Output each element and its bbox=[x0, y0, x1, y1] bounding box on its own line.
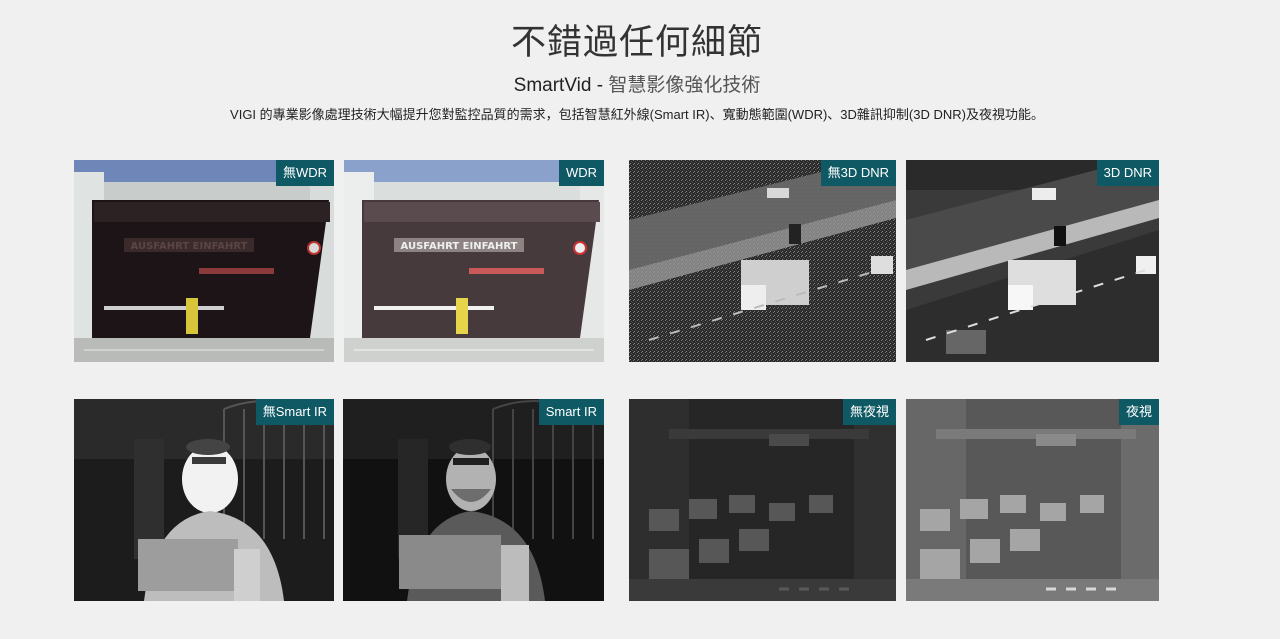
badge-night-on: 夜視 bbox=[1118, 399, 1159, 425]
garage-image-bright: AUSFAHRT EINFAHRT bbox=[344, 160, 604, 362]
subtitle-brand: SmartVid - bbox=[513, 75, 604, 96]
badge-wdr-on: WDR bbox=[558, 160, 604, 186]
tile-night-on: 夜視 bbox=[906, 399, 1159, 601]
subtitle-description: 智慧影像強化技術 bbox=[608, 75, 761, 96]
badge-wdr-off: 無WDR bbox=[275, 160, 334, 186]
badge-ir-on: Smart IR bbox=[538, 399, 604, 425]
highway-image-clean bbox=[906, 160, 1159, 362]
person-image-overexposed bbox=[74, 399, 334, 601]
garage-image-dark: AUSFAHRT EINFAHRT bbox=[74, 160, 334, 362]
badge-ir-off: 無Smart IR bbox=[255, 399, 334, 425]
person-image-balanced bbox=[343, 399, 604, 601]
badge-dnr-on: 3D DNR bbox=[1096, 160, 1159, 186]
intro-text: VIGI 的專業影像處理技術大幅提升您對監控品質的需求，包括智慧紅外線(Smar… bbox=[230, 107, 1044, 122]
tile-dnr-on: 3D DNR bbox=[906, 160, 1159, 362]
tile-dnr-off: 無3D DNR bbox=[629, 160, 896, 362]
garage-sign-text: AUSFAHRT EINFAHRT bbox=[131, 241, 248, 252]
badge-dnr-off: 無3D DNR bbox=[820, 160, 896, 186]
page-title: 不錯過任何細節 bbox=[510, 23, 763, 62]
tile-night-off: 無夜視 bbox=[629, 399, 896, 601]
highway-image-noisy bbox=[629, 160, 896, 362]
tile-wdr-off: AUSFAHRT EINFAHRT 無WDR bbox=[74, 160, 334, 362]
badge-night-off: 無夜視 bbox=[842, 399, 896, 425]
garage-sign-text: AUSFAHRT EINFAHRT bbox=[401, 241, 518, 252]
tile-ir-on: Smart IR bbox=[343, 399, 604, 601]
tile-ir-off: 無Smart IR bbox=[74, 399, 334, 601]
street-image-dark bbox=[629, 399, 896, 601]
tile-wdr-on: AUSFAHRT EINFAHRT WDR bbox=[344, 160, 604, 362]
section-subtitle: SmartVid - 智慧影像強化技術 bbox=[0, 70, 1274, 97]
street-image-bright bbox=[906, 399, 1159, 601]
